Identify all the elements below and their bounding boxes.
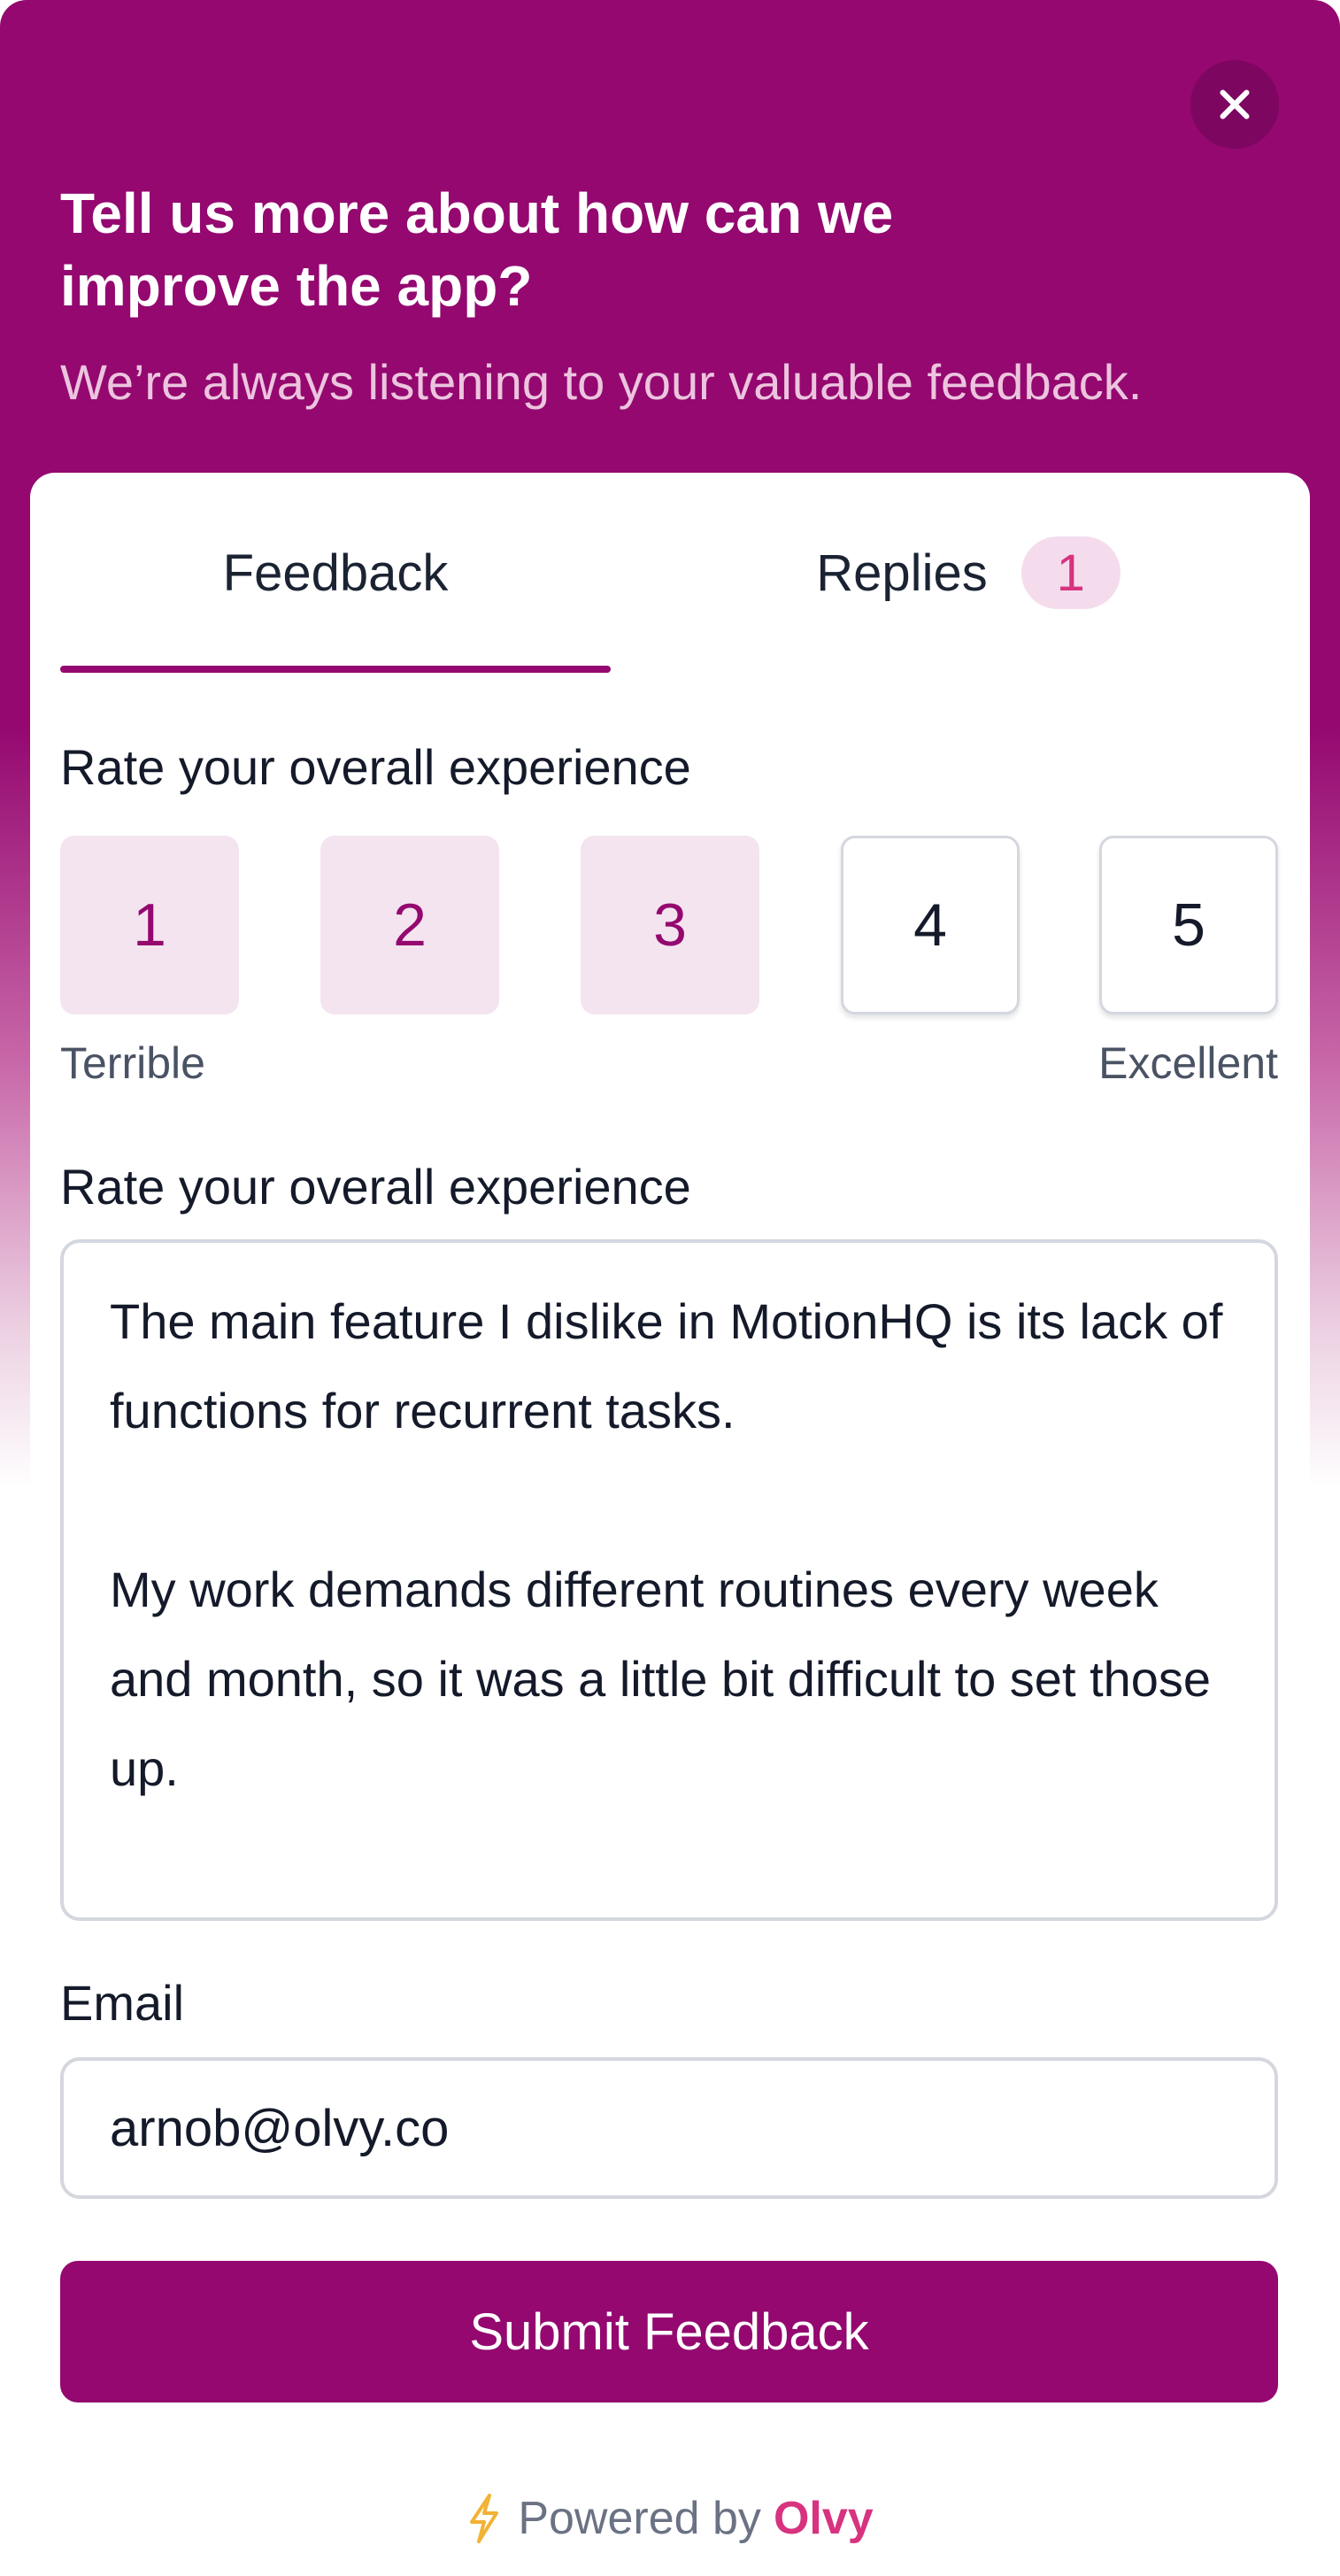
rating-high-label: Excellent [1098,1038,1278,1088]
rating-option-4[interactable]: 4 [841,836,1020,1014]
powered-by-footer[interactable]: Powered by Olvy [0,2479,1340,2558]
powered-by-text: Powered by [518,2493,761,2544]
rating-option-1[interactable]: 1 [60,836,239,1014]
lightning-bolt-icon [466,2494,502,2543]
rating-label: Rate your overall experience [60,739,691,795]
feedback-label: Rate your overall experience [60,1159,691,1215]
active-tab-indicator [60,666,611,673]
replies-count-badge: 1 [1020,536,1121,609]
header-subtitle: We’re always listening to your valuable … [60,354,1143,410]
tab-replies[interactable]: Replies 1 [667,473,1269,673]
submit-button-label: Submit Feedback [469,2302,869,2361]
close-button[interactable] [1190,60,1279,149]
rating-option-5[interactable]: 5 [1099,836,1278,1014]
email-field[interactable]: arnob@olvy.co [60,2057,1278,2199]
header-title: Tell us more about how can we improve th… [60,181,894,318]
submit-feedback-button[interactable]: Submit Feedback [60,2261,1278,2402]
feedback-widget: Tell us more about how can we improve th… [0,0,1340,2576]
rating-scale: 1 2 3 4 5 [60,836,1278,1014]
tab-feedback[interactable]: Feedback [60,473,611,673]
close-icon [1220,89,1250,120]
tab-feedback-label: Feedback [222,544,449,602]
email-value: arnob@olvy.co [110,2099,450,2157]
rating-low-label: Terrible [60,1038,205,1088]
feedback-textarea[interactable]: The main feature I dislike in MotionHQ i… [60,1239,1278,1921]
rating-option-3[interactable]: 3 [581,836,759,1014]
tab-replies-label: Replies [816,544,988,602]
feedback-card: Feedback Replies 1 Rate your overall exp… [30,473,1310,2447]
rating-option-2[interactable]: 2 [320,836,499,1014]
email-label: Email [60,1975,185,2031]
brand-name[interactable]: Olvy [774,2492,874,2545]
